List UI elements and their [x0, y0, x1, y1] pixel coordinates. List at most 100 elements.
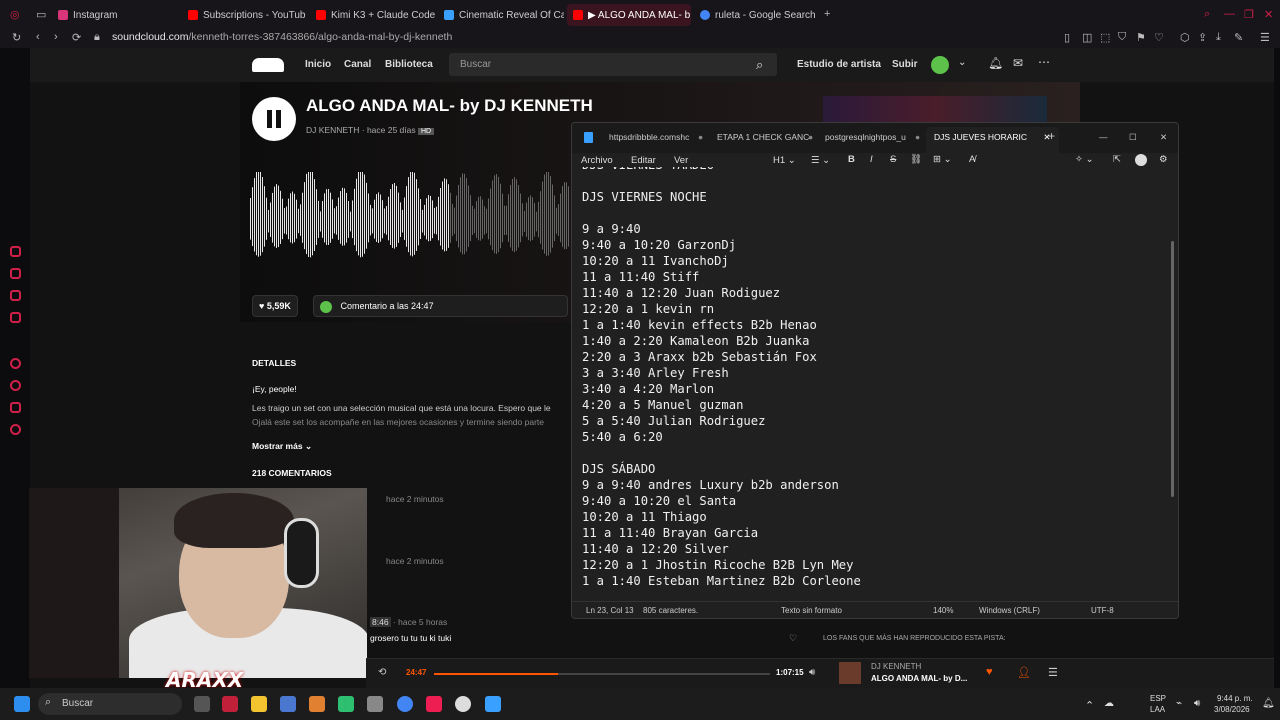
menu-archivo[interactable]: Archivo	[581, 155, 613, 166]
tab-youtube-subscriptions[interactable]: Subscriptions - YouTube	[182, 4, 306, 26]
copilot-icon[interactable]: ✧ ⌄	[1075, 154, 1094, 165]
record-icon[interactable]	[10, 358, 21, 369]
table-icon[interactable]: ⊞ ⌄	[933, 154, 952, 165]
media-player-icon[interactable]	[455, 696, 471, 712]
show-more-button[interactable]: Mostrar más ⌄	[252, 441, 312, 452]
opera-gx-icon[interactable]: ◎	[10, 8, 20, 21]
language-indicator[interactable]: ESP	[1150, 694, 1166, 703]
menu-ver[interactable]: Ver	[674, 155, 688, 166]
forward-icon[interactable]: ›	[54, 31, 58, 43]
minimize-icon[interactable]: —	[1099, 132, 1108, 142]
minimize-icon[interactable]: —	[1224, 8, 1235, 20]
opera-gx-icon[interactable]	[222, 696, 238, 712]
follow-icon[interactable]: 👤︎	[1017, 666, 1031, 679]
soundcloud-logo-icon[interactable]	[252, 58, 284, 72]
bell-icon[interactable]: 🔔︎	[988, 56, 1003, 70]
bold-icon[interactable]: B	[848, 154, 855, 165]
clock-date[interactable]: 3/08/2026	[1214, 705, 1250, 714]
heading-dropdown[interactable]: H1 ⌄	[773, 155, 796, 166]
extensions-rail-icon[interactable]	[10, 402, 21, 413]
heart-icon[interactable]: ♡	[789, 633, 797, 644]
queue-icon[interactable]: ☰	[1048, 666, 1058, 679]
like-button[interactable]: ♥ 5,59K	[252, 295, 298, 317]
progress-bar[interactable]	[434, 673, 770, 675]
whatsapp-icon[interactable]	[338, 696, 354, 712]
split-view-icon[interactable]: ▯	[1064, 31, 1070, 44]
zoom-level[interactable]: 140%	[933, 606, 953, 615]
comment-timestamp[interactable]: 8:46	[370, 617, 391, 627]
url-field[interactable]: soundcloud.com/kenneth-torres-387463866/…	[112, 31, 452, 43]
track-artist[interactable]: DJ KENNETH	[306, 125, 359, 135]
waveform[interactable]	[250, 172, 570, 262]
windows-start-icon[interactable]	[14, 696, 30, 712]
close-icon[interactable]: ✕	[1264, 8, 1273, 21]
bookmark-icon[interactable]: ⚑	[1136, 31, 1146, 44]
maximize-icon[interactable]: ☐	[1129, 132, 1137, 143]
search-tabs-icon[interactable]: ⌕	[1204, 8, 1210, 21]
notepad-tab[interactable]: ETAPA 1 CHECK GANC	[717, 132, 809, 142]
download-icon[interactable]: ⤓	[1216, 31, 1221, 44]
list-icon[interactable]: ☰ ⌄	[811, 155, 830, 166]
mail-icon[interactable]: ✉	[1013, 56, 1023, 70]
tab-instagram[interactable]: Instagram	[52, 4, 180, 26]
chrome-icon[interactable]	[397, 696, 413, 712]
file-explorer-icon[interactable]	[251, 696, 267, 712]
extensions-icon[interactable]: ⬡	[1180, 31, 1190, 44]
now-playing-artist[interactable]: DJ KENNETH	[871, 662, 921, 671]
share-icon[interactable]: ⇪	[1198, 31, 1207, 44]
camera-icon[interactable]: ◫	[1082, 31, 1092, 44]
refresh-icon[interactable]: ⟳	[72, 31, 81, 44]
now-playing-artwork[interactable]	[839, 662, 861, 684]
close-icon[interactable]: ✕	[1160, 132, 1167, 143]
tab-algo-anda-mal[interactable]: ▶ ALGO ANDA MAL- b	[567, 4, 691, 26]
sun-app-icon[interactable]	[309, 696, 325, 712]
tab-menu-icon[interactable]: ▭	[36, 8, 46, 21]
settings-icon[interactable]	[10, 424, 21, 435]
tab-cinematic-reveal[interactable]: Cinematic Reveal Of Carto	[438, 4, 564, 26]
ai-icon[interactable]: ✎	[1234, 31, 1243, 44]
new-tab-icon[interactable]: +	[824, 8, 830, 20]
task-view-icon[interactable]	[194, 696, 210, 712]
scrollbar[interactable]	[1171, 241, 1174, 497]
notepad-tab[interactable]: postgresqlnightpos_u	[825, 132, 906, 142]
avatar[interactable]	[931, 56, 949, 74]
onedrive-icon[interactable]: ☁	[1104, 698, 1114, 709]
github-icon[interactable]	[367, 696, 383, 712]
clear-format-icon[interactable]: A̸	[969, 154, 975, 165]
twitch-icon[interactable]	[10, 290, 21, 301]
maximize-icon[interactable]: ❐	[1244, 8, 1254, 21]
notepad-tab[interactable]: httpsdribbble.comshc	[609, 132, 689, 142]
like-icon[interactable]: ♥	[986, 666, 993, 678]
menu-editar[interactable]: Editar	[631, 155, 656, 166]
line-ending[interactable]: Windows (CRLF)	[979, 606, 1040, 615]
italic-icon[interactable]: I	[870, 154, 873, 165]
shield-icon[interactable]: ⛉	[1118, 31, 1126, 44]
now-playing-title[interactable]: ALGO ANDA MAL- by D...	[871, 674, 967, 683]
tab-google-ruleta[interactable]: ruleta - Google Search	[694, 4, 818, 26]
heart-icon[interactable]: ♡	[1154, 31, 1164, 44]
menu-icon[interactable]: ☰	[1260, 31, 1270, 44]
repeat-icon[interactable]: ⟲	[378, 667, 386, 678]
account-icon[interactable]	[1135, 154, 1147, 166]
nav-feed[interactable]: Canal	[344, 59, 371, 70]
reload-icon[interactable]: ↻	[12, 31, 21, 44]
nav-upload[interactable]: Subir	[892, 59, 918, 70]
notepad-text-area[interactable]: DJS VIERNES TARDEO DJS VIERNES NOCHE 9 a…	[582, 167, 1162, 597]
history-icon[interactable]	[10, 380, 21, 391]
keyboard-layout[interactable]: LAA	[1150, 705, 1165, 714]
tiktok-icon[interactable]	[426, 696, 442, 712]
store-icon[interactable]	[280, 696, 296, 712]
settings-icon[interactable]: ⚙	[1159, 154, 1168, 165]
chevron-up-icon[interactable]: ⌃	[1085, 699, 1094, 712]
nav-artist-studio[interactable]: Estudio de artista	[797, 59, 881, 70]
search-input[interactable]: Buscar	[449, 53, 777, 76]
snapshot-icon[interactable]: ⬚	[1100, 31, 1110, 44]
tab-kimi-video[interactable]: Kimi K3 + Claude Code = I	[310, 4, 436, 26]
nav-home[interactable]: Inicio	[305, 59, 331, 70]
pause-button[interactable]	[252, 97, 296, 141]
clock-time[interactable]: 9:44 p. m.	[1217, 694, 1253, 703]
volume-icon[interactable]: 🔊︎	[809, 667, 815, 678]
notepad-icon[interactable]	[485, 696, 501, 712]
notifications-icon[interactable]: 🔔︎	[1262, 698, 1275, 709]
encoding[interactable]: UTF-8	[1091, 606, 1114, 615]
